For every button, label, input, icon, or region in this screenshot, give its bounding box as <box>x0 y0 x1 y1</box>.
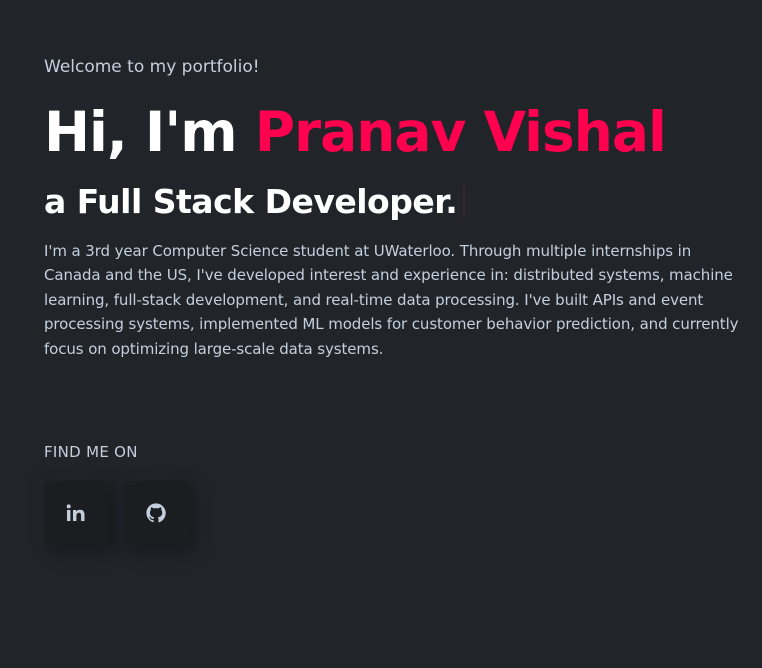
welcome-text: Welcome to my portfolio! <box>44 57 260 77</box>
role-text: a Full Stack Developer. <box>44 180 750 224</box>
headline: Hi, I'm Pranav Vishal <box>44 98 750 166</box>
linkedin-button[interactable] <box>44 481 108 545</box>
social-links <box>44 481 188 545</box>
linkedin-icon <box>66 504 86 522</box>
name-text: Pranav Vishal <box>254 100 667 164</box>
typing-cursor <box>463 185 466 219</box>
find-me-heading: FIND ME ON <box>44 443 138 461</box>
github-button[interactable] <box>124 481 188 545</box>
github-icon <box>145 502 167 524</box>
bio-paragraph: I'm a 3rd year Computer Science student … <box>44 242 739 358</box>
greeting-text: Hi, I'm <box>44 100 255 164</box>
role-label: a Full Stack Developer. <box>44 182 458 221</box>
hero-section: Welcome to my portfolio! Hi, I'm Pranav … <box>44 56 750 361</box>
